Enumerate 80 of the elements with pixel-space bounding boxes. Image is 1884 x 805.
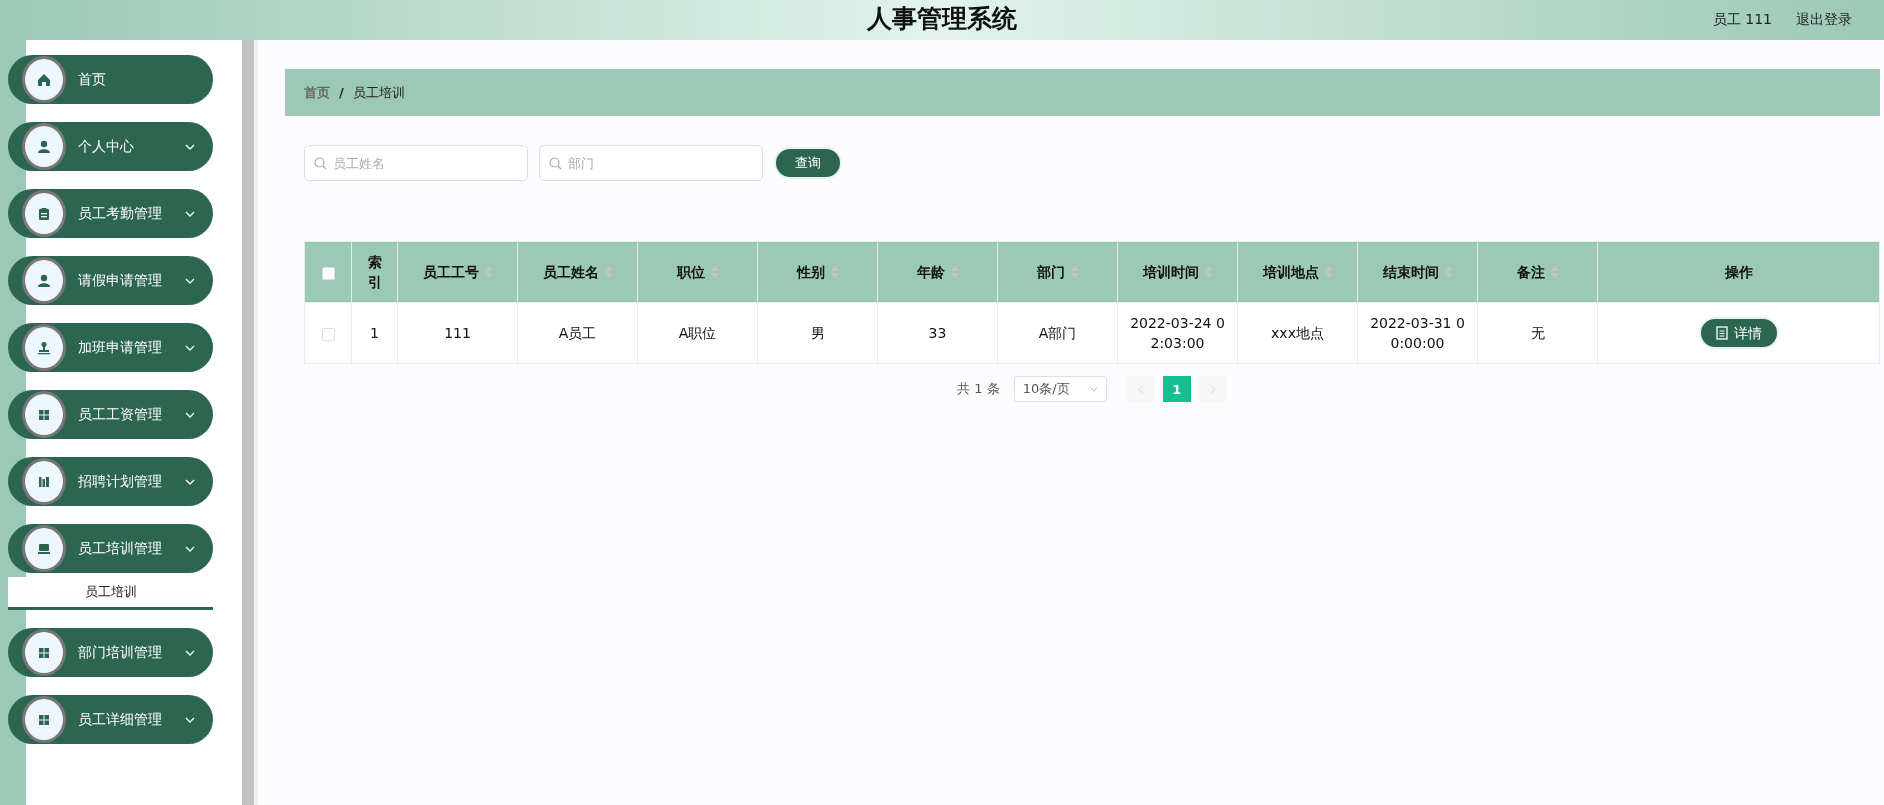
menu-item[interactable]: 招聘计划管理 [8, 457, 213, 506]
column-header[interactable]: 职位 [676, 262, 705, 282]
page-size-select[interactable]: 10条/页 [1013, 376, 1107, 402]
bar-chart-icon [37, 474, 51, 489]
table-cell: 33 [928, 325, 947, 341]
grid-icon [37, 645, 51, 660]
search-icon [314, 157, 327, 170]
column-header[interactable]: 性别 [796, 262, 825, 282]
column-header[interactable]: 员工姓名 [542, 262, 599, 282]
menu-item[interactable]: 员工工资管理 [8, 390, 213, 439]
details-button[interactable]: 详情 [1698, 317, 1779, 349]
column-header[interactable]: 部门 [1036, 262, 1065, 282]
table-cell: 男 [810, 325, 825, 341]
sort-icon [950, 266, 959, 278]
clipboard-icon [37, 206, 51, 221]
submenu-item[interactable]: 员工培训 [8, 577, 213, 610]
menu-item[interactable]: 部门培训管理 [8, 628, 213, 677]
search-field[interactable]: 员工姓名 [304, 145, 528, 181]
column-header: 索引 [367, 254, 382, 290]
sort-icon [1324, 266, 1333, 278]
column-header[interactable]: 员工工号 [422, 262, 479, 282]
table-cell: A职位 [678, 325, 717, 341]
menu-item[interactable]: 个人中心 [8, 122, 213, 171]
query-button[interactable]: 查询 [774, 147, 842, 179]
sort-icon [1204, 266, 1213, 278]
chevron-down-icon [1089, 386, 1098, 392]
menu-item[interactable]: 首页 [8, 55, 213, 104]
menu-item[interactable]: 员工培训管理 [8, 524, 213, 573]
column-header: 操作 [1724, 264, 1753, 280]
sort-icon [604, 266, 613, 278]
menu-item[interactable]: 员工考勤管理 [8, 189, 213, 238]
table-cell: A部门 [1038, 325, 1077, 341]
sort-icon [710, 266, 719, 278]
chevron-down-icon [185, 344, 195, 351]
menu-item[interactable]: 请假申请管理 [8, 256, 213, 305]
chevron-down-icon [185, 277, 195, 284]
breadcrumb-current: 员工培训 [352, 83, 405, 102]
grid-icon [37, 407, 51, 422]
chevron-down-icon [185, 545, 195, 552]
stamp-icon [37, 340, 51, 355]
chevron-down-icon [185, 210, 195, 217]
table-cell: 2022-03-31 00:00:00 [1370, 315, 1465, 351]
column-header[interactable]: 年龄 [916, 262, 945, 282]
table-cell: 111 [444, 325, 471, 341]
home-icon [37, 72, 51, 87]
column-header[interactable]: 培训时间 [1142, 262, 1199, 282]
user-name: 员工 111 [1712, 11, 1772, 29]
chevron-down-icon [185, 411, 195, 418]
sort-icon [1444, 266, 1453, 278]
chevron-down-icon [185, 716, 195, 723]
breadcrumb-separator: / [339, 85, 344, 100]
menu-item[interactable]: 员工详细管理 [8, 695, 213, 744]
chevron-down-icon [185, 478, 195, 485]
grid-icon [37, 712, 51, 727]
column-header[interactable]: 备注 [1516, 262, 1545, 282]
system-title: 人事管理系统 [867, 4, 1017, 33]
menu-item[interactable]: 加班申请管理 [8, 323, 213, 372]
table-cell: A员工 [558, 325, 597, 341]
chevron-down-icon [185, 649, 195, 656]
document-icon [1715, 326, 1728, 340]
select-all-checkbox[interactable] [321, 266, 335, 280]
sort-icon [830, 266, 839, 278]
user-icon [37, 273, 51, 288]
table-cell: 无 [1530, 325, 1545, 341]
logout-link[interactable]: 退出登录 [1796, 11, 1852, 29]
user-icon [37, 139, 51, 154]
column-header[interactable]: 培训地点 [1262, 262, 1319, 282]
table-cell: 1 [370, 325, 379, 341]
column-header[interactable]: 结束时间 [1382, 262, 1439, 282]
sort-icon [1550, 266, 1559, 278]
table-cell: 2022-03-24 02:03:00 [1130, 315, 1225, 351]
search-icon [549, 157, 562, 170]
row-checkbox[interactable] [321, 327, 335, 341]
table-cell: xxx地点 [1271, 325, 1324, 341]
search-field[interactable]: 部门 [539, 145, 763, 181]
sort-icon [484, 266, 493, 278]
chevron-down-icon [185, 143, 195, 150]
sort-icon [1070, 266, 1079, 278]
monitor-icon [37, 541, 51, 556]
total-count: 共 1 条 [957, 380, 1000, 398]
